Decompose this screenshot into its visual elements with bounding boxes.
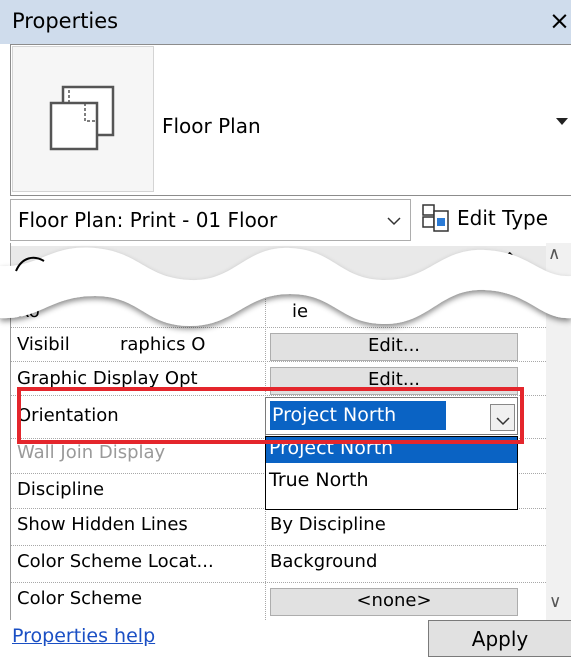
- instance-filter-value: Floor Plan: Print - 01 Floor: [18, 208, 278, 232]
- property-label-color-scheme: Color Scheme: [17, 588, 143, 609]
- floor-plan-icon: [49, 85, 115, 151]
- property-label-show-hidden-lines: Show Hidden Lines: [17, 514, 188, 535]
- edit-type-label: Edit Type: [457, 206, 549, 230]
- row-separator: [11, 582, 546, 583]
- property-label-color-scheme-location: Color Scheme Locat...: [17, 551, 214, 572]
- properties-help-link[interactable]: Properties help: [12, 625, 155, 647]
- chevron-down-icon[interactable]: [386, 212, 402, 231]
- group-header-icon-fragment: [14, 251, 54, 279]
- torn-edge: [0, 247, 571, 326]
- row-separator: [11, 361, 546, 362]
- property-value-color-scheme-location[interactable]: Background: [270, 551, 377, 572]
- scroll-down-icon[interactable]: ∨: [549, 592, 561, 612]
- triangle-down-icon[interactable]: [556, 118, 568, 125]
- property-value-show-hidden-lines[interactable]: By Discipline: [270, 514, 386, 535]
- apply-button[interactable]: Apply: [428, 620, 571, 657]
- color-scheme-button[interactable]: <none>: [270, 588, 518, 616]
- property-label-discipline: Discipline: [17, 479, 105, 500]
- close-icon[interactable]: ×: [549, 6, 570, 35]
- type-name: Floor Plan: [162, 114, 261, 138]
- property-label: Graphic Display Opt: [17, 368, 198, 389]
- highlight-annotation: [17, 387, 524, 444]
- dropdown-option-true-north[interactable]: True North: [269, 469, 369, 491]
- panel-title: Properties: [12, 9, 119, 33]
- property-label-wall-join: Wall Join Display: [17, 442, 166, 463]
- type-thumbnail: [12, 46, 154, 192]
- row-separator: [11, 545, 546, 546]
